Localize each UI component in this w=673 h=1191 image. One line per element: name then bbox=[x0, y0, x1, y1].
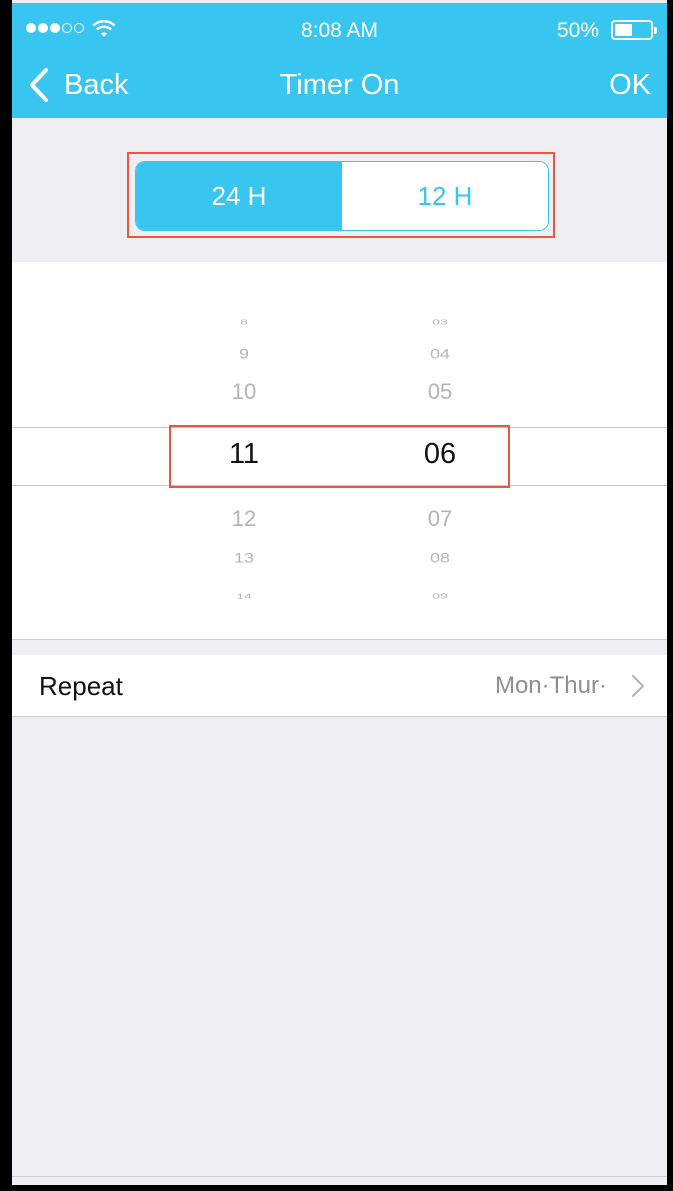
minute-option: 09 bbox=[432, 592, 448, 600]
hour-option: 14 bbox=[236, 592, 252, 600]
minute-option: 03 bbox=[432, 318, 448, 326]
time-picker: 8 9 10 11 12 13 14 03 04 05 06 07 08 09 bbox=[12, 262, 671, 640]
battery-percent: 50% bbox=[556, 19, 599, 42]
time-format-toggle: 24 H 12 H bbox=[135, 161, 549, 231]
minute-option: 05 bbox=[427, 379, 453, 404]
repeat-value: Mon·Thur· bbox=[494, 672, 607, 699]
battery-level bbox=[615, 24, 632, 36]
ok-button[interactable]: OK bbox=[609, 69, 651, 102]
minute-option: 08 bbox=[429, 550, 451, 566]
page-title: Timer On bbox=[279, 69, 400, 101]
hour-option: 10 bbox=[231, 379, 257, 404]
frame-border bbox=[0, 1185, 673, 1191]
repeat-row[interactable]: Repeat Mon·Thur· bbox=[12, 655, 671, 717]
chevron-right-icon bbox=[631, 674, 645, 698]
header-bar: 8:08 AM 50% Back Timer On OK bbox=[12, 3, 667, 118]
minute-option: 04 bbox=[429, 346, 451, 362]
hour-option: 8 bbox=[240, 318, 248, 326]
hour-option: 12 bbox=[231, 506, 257, 531]
navigation-bar: Back Timer On OK bbox=[12, 53, 667, 118]
hour-option: 9 bbox=[238, 346, 249, 362]
format-24h-option[interactable]: 24 H bbox=[136, 162, 342, 230]
format-12h-option[interactable]: 12 H bbox=[342, 162, 548, 230]
hour-option: 13 bbox=[233, 550, 255, 566]
selected-time-highlight bbox=[169, 425, 510, 488]
battery-icon bbox=[611, 20, 657, 40]
minute-option: 07 bbox=[427, 506, 453, 531]
divider bbox=[12, 1176, 667, 1177]
repeat-label: Repeat bbox=[39, 671, 123, 701]
frame-border bbox=[667, 0, 673, 1191]
status-bar: 8:08 AM 50% bbox=[12, 3, 667, 53]
frame-border bbox=[0, 0, 12, 1191]
app-screen: 8:08 AM 50% Back Timer On OK 24 H 12 H 8… bbox=[0, 0, 673, 1191]
